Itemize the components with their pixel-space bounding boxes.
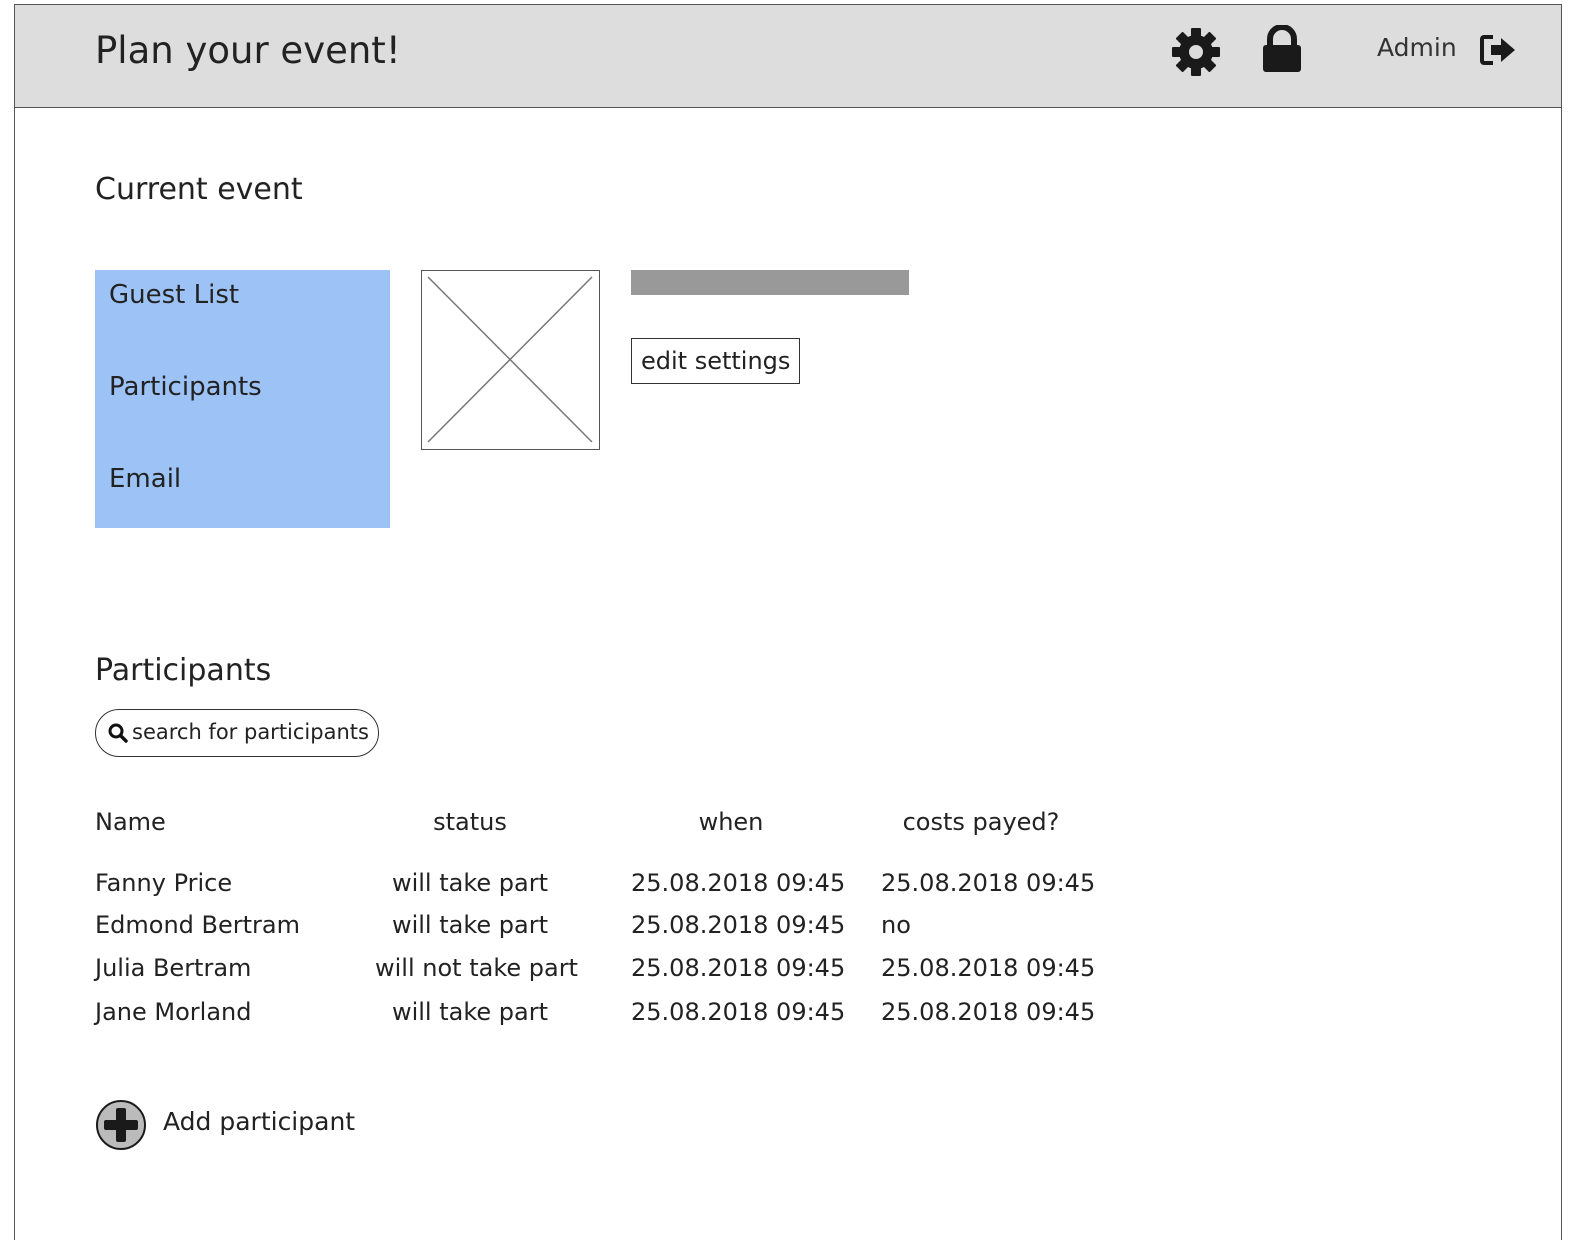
participant-status: will take part [391, 911, 549, 939]
app-window: Plan your event! Admin Current event Gue… [14, 4, 1562, 1240]
add-participant-label: Add participant [163, 1107, 356, 1136]
app-title: Plan your event! [95, 29, 401, 72]
participant-status: will take part [391, 869, 549, 897]
participant-when: 25.08.2018 09:45 [631, 911, 846, 939]
event-side-nav: Guest List Participants Email [95, 270, 390, 528]
participant-status: will take part [391, 998, 549, 1026]
column-header-costs[interactable]: costs payed? [881, 808, 1081, 836]
plus-circle-icon[interactable] [95, 1099, 147, 1155]
participant-name: Edmond Bertram [95, 911, 300, 939]
participant-name: Julia Bertram [95, 954, 252, 982]
search-box[interactable] [95, 709, 379, 757]
column-header-status[interactable]: status [375, 808, 565, 836]
participant-costs: 25.08.2018 09:45 [881, 954, 1096, 982]
participant-costs: 25.08.2018 09:45 [881, 998, 1096, 1026]
image-placeholder-icon [421, 270, 600, 450]
participant-costs: no [881, 911, 911, 939]
header-bar: Plan your event! Admin [15, 5, 1561, 108]
participants-title: Participants [95, 653, 272, 688]
column-header-when[interactable]: when [631, 808, 831, 836]
lock-icon[interactable] [1261, 24, 1303, 77]
nav-item-email[interactable]: Email [109, 464, 181, 494]
participant-when: 25.08.2018 09:45 [631, 869, 846, 897]
participant-costs: 25.08.2018 09:45 [881, 869, 1096, 897]
current-event-title: Current event [95, 172, 303, 207]
nav-item-guest-list[interactable]: Guest List [109, 280, 239, 310]
column-header-name[interactable]: Name [95, 808, 166, 836]
participant-when: 25.08.2018 09:45 [631, 998, 846, 1026]
participant-name: Fanny Price [95, 869, 233, 897]
user-name[interactable]: Admin [1377, 33, 1457, 62]
edit-settings-button[interactable]: edit settings [631, 338, 801, 384]
gear-icon[interactable] [1171, 27, 1221, 81]
nav-item-participants[interactable]: Participants [109, 372, 262, 402]
search-icon [108, 723, 128, 747]
search-input[interactable] [132, 715, 372, 749]
participant-status: will not take part [375, 954, 578, 982]
participant-when: 25.08.2018 09:45 [631, 954, 846, 982]
participant-name: Jane Morland [95, 998, 252, 1026]
event-name-placeholder [631, 270, 909, 295]
logout-icon[interactable] [1479, 33, 1519, 71]
